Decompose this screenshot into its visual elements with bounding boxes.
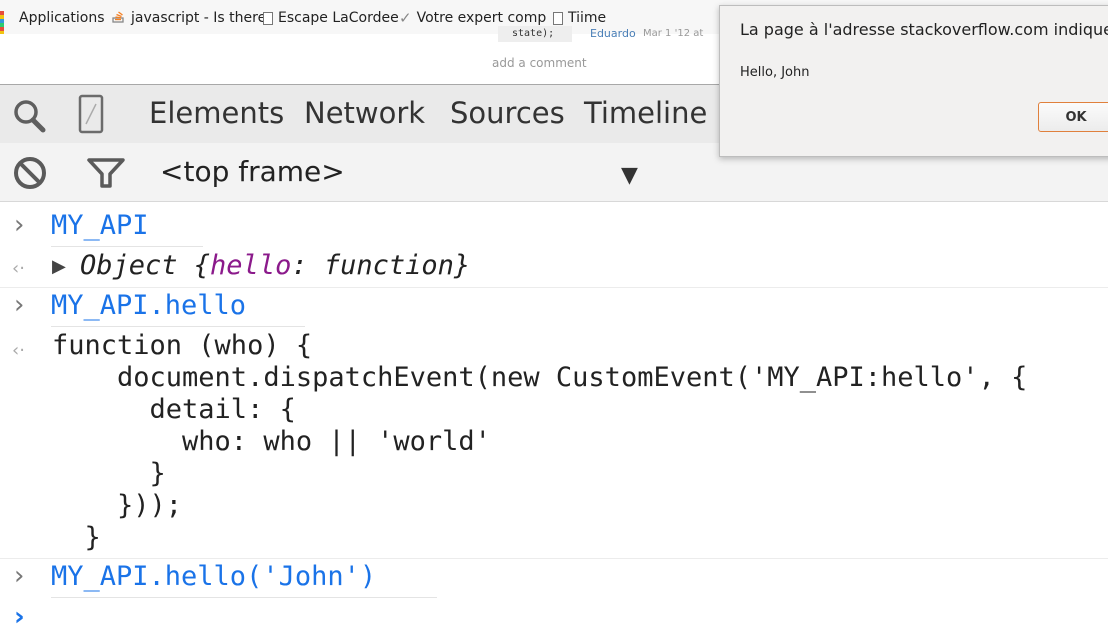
console-command: MY_API.hello [51,290,247,321]
device-mode-icon[interactable] [78,94,104,138]
code-line: } [52,458,166,489]
code-line: who: who || 'world' [52,426,491,457]
code-line: document.dispatchEvent(new CustomEvent('… [52,362,1028,393]
bookmark-applications[interactable]: Applications [0,9,105,47]
bookmark-label: Tiime [568,10,607,26]
ok-button[interactable]: OK [1038,102,1108,132]
code-line: function (who) { [52,330,313,361]
bookmark-tiime[interactable]: Tiime [553,9,606,27]
checkmark-icon: ✓ [399,9,412,27]
page-icon [263,11,273,25]
add-comment-link[interactable]: add a comment [492,56,587,70]
bookmark-escape-lacordee[interactable]: Escape LaCordee [263,9,399,27]
object-prefix: Object { [80,250,211,281]
code-line: })); [52,490,183,521]
code-line: detail: { [52,394,296,425]
prompt-chevron-icon: › [14,561,25,591]
console-command: MY_API.hello('John') [51,561,377,592]
tab-network[interactable]: Network [304,95,425,131]
console-input-prompt-icon: › [14,602,25,632]
row-divider [0,558,1108,559]
object-suffix: : function} [291,250,471,281]
tab-elements[interactable]: Elements [149,95,284,131]
console-panel: › MY_API ‹· ▶ Object {hello: function} ›… [0,202,1108,644]
result-arrow-icon: ‹· [12,258,25,279]
row-divider [0,287,1108,288]
tab-sources[interactable]: Sources [450,95,565,131]
bookmark-javascript[interactable]: javascript - Is there [112,9,266,27]
bookmark-label: Escape LaCordee [278,10,399,26]
bookmark-votre-expert[interactable]: ✓ Votre expert comp [399,9,546,27]
comment-user-link[interactable]: Eduardo [590,26,636,42]
alert-message: Hello, John [740,65,810,80]
dropdown-arrow-icon[interactable]: ▼ [621,163,638,188]
prompt-chevron-icon: › [14,290,25,320]
console-result-object[interactable]: Object {hello: function} [80,250,470,281]
filter-icon[interactable] [86,157,126,193]
search-icon[interactable] [12,99,48,137]
comment-date: Mar 1 '12 at [643,28,704,39]
page-icon [553,11,563,25]
expand-triangle-icon[interactable]: ▶ [52,256,66,277]
bookmark-label: javascript - Is there [131,10,267,26]
console-command: MY_API [51,210,149,241]
code-snippet: state); [498,26,572,42]
command-underline [51,326,305,327]
console-input[interactable] [51,604,1091,636]
bookmark-label: Applications [19,10,105,26]
code-line: } [52,522,101,553]
result-arrow-icon: ‹· [12,340,25,361]
bookmark-label: Votre expert comp [416,10,547,26]
alert-dialog: La page à l'adresse stackoverflow.com in… [719,5,1108,157]
tab-timeline[interactable]: Timeline [584,95,707,131]
stackoverflow-icon [112,9,126,27]
prompt-chevron-icon: › [14,210,25,240]
object-key: hello [210,250,292,281]
command-underline [51,246,203,247]
alert-title: La page à l'adresse stackoverflow.com in… [740,20,1108,39]
command-underline [51,597,437,598]
apps-grid-icon [0,11,14,47]
clear-console-icon[interactable] [12,155,48,195]
frame-selector[interactable]: <top frame> [160,155,345,188]
